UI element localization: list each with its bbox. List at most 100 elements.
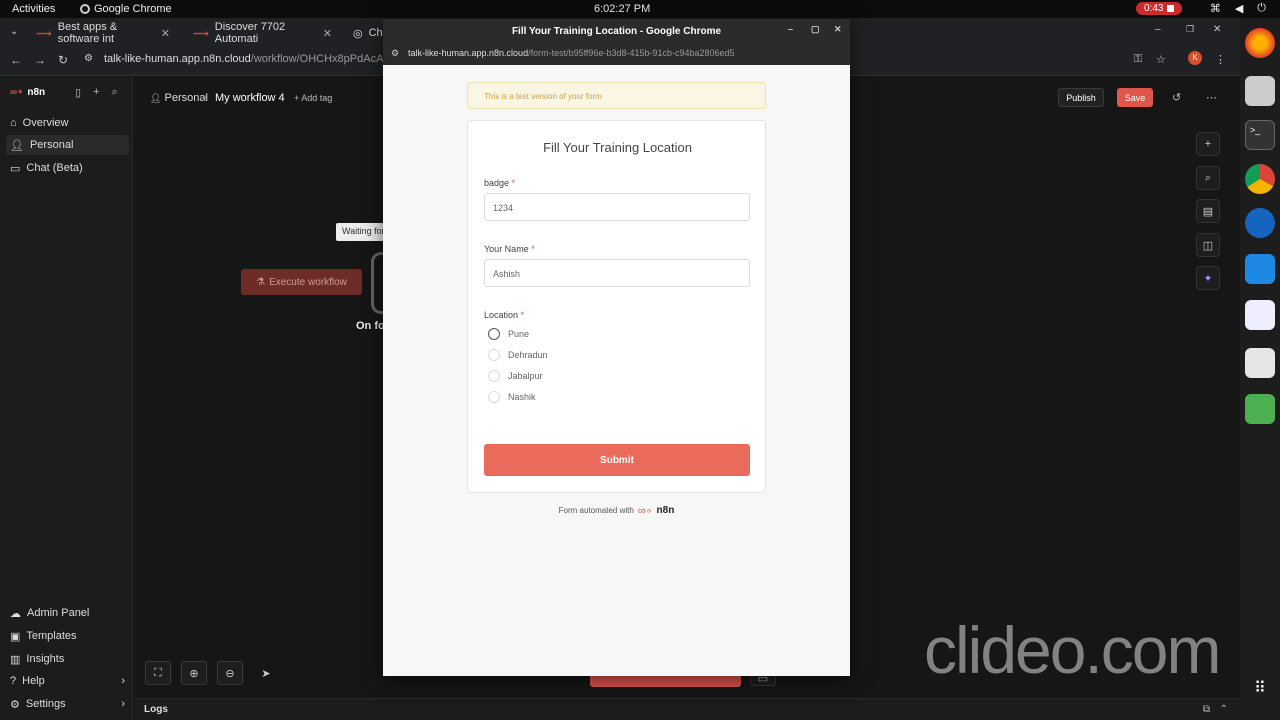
radio-option-pune[interactable]: Pune — [488, 328, 529, 340]
sidebar-item-overview[interactable]: ⌂ Overview — [6, 113, 129, 133]
logs-panel[interactable]: Logs ⧉ ⌃ — [134, 698, 1240, 720]
restore-icon[interactable]: ❐ — [1186, 24, 1194, 35]
url-field[interactable]: talk-like-human.app.n8n.cloud/workflow/O… — [104, 53, 414, 65]
minimize-icon[interactable]: – — [1155, 24, 1161, 35]
text-editor-icon[interactable] — [1245, 300, 1275, 330]
popup-url-path: /form-test/b95ff96e-b3d8-415b-91cb-c94ba… — [528, 48, 735, 58]
tab-title: Best apps & software int — [57, 21, 118, 45]
name-field[interactable]: Ashish — [484, 259, 750, 287]
recording-indicator[interactable]: 0:43 — [1136, 2, 1183, 15]
vscode-icon[interactable] — [1245, 254, 1275, 284]
site-info-icon[interactable]: ⚙ — [84, 53, 93, 64]
radio-label: Jabalpur — [508, 371, 543, 381]
radio-option-jabalpur[interactable]: Jabalpur — [488, 370, 543, 382]
publish-button[interactable]: Publish — [1058, 88, 1104, 107]
collapse-sidebar-icon[interactable]: ▯ — [75, 86, 81, 99]
sidebar-item-chat[interactable]: ▭ Chat (Beta) — [6, 158, 129, 178]
breadcrumb-project[interactable]: 👤︎ Personal — [150, 92, 208, 104]
execute-workflow-button[interactable]: ⚗ Execute workflow — [241, 269, 362, 295]
more-options-icon[interactable]: ⋯ — [1206, 91, 1217, 104]
expand-icon[interactable]: ⌃ — [1220, 704, 1228, 715]
panel-icon[interactable]: ◫ — [1196, 233, 1220, 257]
save-button[interactable]: Save — [1117, 88, 1153, 107]
fit-view-icon[interactable]: ⛶ — [145, 661, 171, 685]
sidebar-item-insights[interactable]: ▥ Insights — [6, 649, 129, 669]
gear-icon: ⚙ — [10, 698, 20, 711]
kebab-menu-icon[interactable]: ⋮ — [1215, 53, 1226, 66]
show-apps-icon[interactable]: ⠿ — [1245, 678, 1275, 708]
files-icon[interactable] — [1245, 76, 1275, 106]
profile-avatar[interactable]: K — [1188, 51, 1202, 65]
browser-tab[interactable]: ◎ Cha — [345, 22, 389, 44]
timer-icon[interactable] — [1245, 208, 1275, 238]
clock[interactable]: 6:02:27 PM — [594, 3, 650, 15]
network-icon: ⌘ — [1209, 3, 1221, 15]
search-nodes-icon[interactable]: ⌕ — [1196, 166, 1220, 190]
chrome-dock-icon[interactable] — [1245, 164, 1275, 194]
radio-circle — [488, 349, 500, 361]
minimize-icon[interactable]: – — [788, 24, 793, 34]
password-key-icon[interactable]: ⚿ — [1134, 53, 1142, 66]
maximize-icon[interactable]: ▢ — [811, 24, 820, 35]
close-window-icon[interactable]: ✕ — [1213, 24, 1221, 35]
search-icon[interactable]: ⌕ — [112, 86, 118, 99]
add-icon[interactable]: + — [93, 86, 99, 99]
radio-option-nashik[interactable]: Nashik — [488, 391, 536, 403]
n8n-logo[interactable]: ∞∘ n8n — [10, 87, 45, 98]
sidebar-item-personal[interactable]: 👤︎ Personal — [6, 135, 129, 155]
submit-button[interactable]: Submit — [484, 444, 750, 476]
history-icon[interactable]: ↺ — [1172, 91, 1181, 104]
app-name: Google Chrome — [94, 3, 172, 15]
zoom-out-icon[interactable]: ⊖ — [217, 661, 243, 685]
execute-label: Execute workflow — [269, 276, 347, 288]
activities-button[interactable]: Activities — [12, 3, 55, 15]
browser-tab[interactable]: ⟿ Best apps & software int ✕ — [28, 21, 178, 45]
sidebar-item-help[interactable]: ? Help › — [6, 671, 129, 691]
form-footer[interactable]: Form automated with ∞∘ n8n — [383, 504, 850, 517]
popout-icon[interactable]: ⧉ — [1203, 704, 1210, 715]
badge-field[interactable]: 1234 — [484, 193, 750, 221]
sticky-note-icon[interactable]: ▤ — [1196, 199, 1220, 223]
logo-text: n8n — [27, 87, 46, 98]
project-name: Personal — [164, 92, 208, 104]
add-tag-button[interactable]: + Add tag — [294, 93, 332, 103]
app-menu[interactable]: Google Chrome — [80, 3, 172, 15]
bookmark-star-icon[interactable]: ☆ — [1156, 53, 1166, 66]
reload-icon[interactable]: ↻ — [58, 53, 68, 67]
popup-url-host: talk-like-human.app.n8n.cloud — [408, 48, 529, 58]
n8n-logo-icon: ∞∘ — [637, 505, 653, 517]
terminal-icon[interactable]: >_ — [1245, 120, 1275, 150]
form-title: Fill Your Training Location — [543, 140, 692, 155]
required-marker: * — [520, 310, 525, 320]
ai-sparkle-icon[interactable]: ✦ — [1196, 266, 1220, 290]
document-viewer-icon[interactable] — [1245, 348, 1275, 378]
add-node-icon[interactable]: + — [1196, 132, 1220, 156]
sidebar-item-admin-panel[interactable]: ☁ Admin Panel — [6, 603, 129, 623]
sidebar-item-label: Chat (Beta) — [26, 162, 83, 174]
workflow-name[interactable]: My workflow 4 — [215, 92, 285, 104]
system-tray[interactable]: ⌘ ◀ ⏻ — [1210, 2, 1266, 15]
stop-icon — [1167, 5, 1175, 12]
trash-icon[interactable] — [1245, 394, 1275, 424]
sidebar-item-label: Settings — [25, 698, 66, 710]
forward-icon[interactable]: → — [34, 53, 46, 67]
test-workflow-button[interactable] — [590, 676, 741, 687]
close-icon[interactable]: ✕ — [161, 27, 170, 40]
help-icon: ? — [10, 675, 17, 687]
radio-option-dehradun[interactable]: Dehradun — [488, 349, 548, 361]
node-label: On fo — [356, 320, 385, 332]
sidebar-item-settings[interactable]: ⚙ Settings › — [6, 694, 129, 714]
back-icon[interactable]: ← — [10, 53, 22, 67]
close-icon[interactable]: ✕ — [834, 24, 842, 35]
browser-tab[interactable]: ⟿ Discover 7702 Automati ✕ — [185, 21, 340, 45]
tab-title: Discover 7702 Automati — [214, 21, 286, 45]
firefox-icon[interactable] — [1245, 28, 1275, 58]
sidebar-item-label: Overview — [22, 117, 69, 129]
radio-circle — [488, 370, 500, 382]
close-icon[interactable]: ✕ — [323, 27, 332, 40]
sidebar-item-templates[interactable]: ▣ Templates — [6, 626, 129, 646]
cursor-icon[interactable]: ➤ — [253, 661, 279, 685]
popup-url-bar[interactable]: ⚙ talk-like-human.app.n8n.cloud/form-tes… — [383, 44, 850, 65]
zoom-in-icon[interactable]: ⊕ — [181, 661, 207, 685]
tab-list-icon[interactable]: ⌄ — [10, 26, 18, 37]
